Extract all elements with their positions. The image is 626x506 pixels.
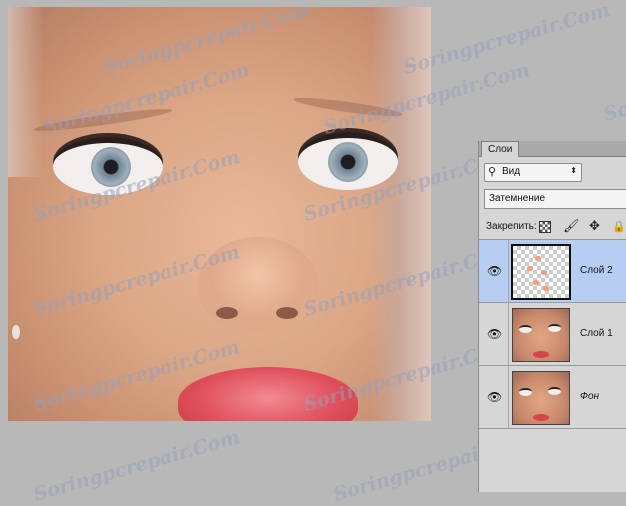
lock-label: Закрепить:	[486, 221, 537, 232]
brush-icon[interactable]: 🖌	[563, 218, 580, 234]
layers-panel: Слои ⚲ Вид ⬍ Затемнение Закрепить: 🖌 ✥ 🔒…	[478, 141, 626, 492]
search-icon: ⚲	[488, 166, 497, 178]
layer-name: Слой 1	[580, 328, 613, 339]
paint-dab	[527, 266, 533, 271]
blend-mode-label: Затемнение	[489, 193, 546, 204]
hair-left	[8, 7, 43, 177]
watermark: Soringpcrepair.Com	[601, 46, 626, 126]
visibility-toggle[interactable]: 👁	[479, 366, 509, 428]
right-iris	[328, 142, 368, 182]
visibility-toggle[interactable]: 👁	[479, 240, 509, 302]
paint-dab	[541, 270, 547, 275]
lock-icon[interactable]: 🔒	[612, 220, 626, 233]
layer-thumbnail	[511, 244, 571, 300]
panel-tabbar: Слои	[479, 141, 626, 157]
layer-row[interactable]: 👁 Слой 1	[479, 303, 626, 366]
thumb-eye	[548, 324, 561, 332]
visibility-toggle[interactable]: 👁	[479, 303, 509, 365]
thumb-lips	[533, 351, 549, 358]
layer-row[interactable]: 👁 Фон	[479, 366, 626, 429]
earring	[12, 325, 20, 339]
layer-name: Фон	[580, 391, 600, 402]
thumb-eye	[548, 387, 561, 395]
tab-layers[interactable]: Слои	[481, 141, 520, 157]
right-nostril	[276, 307, 298, 319]
blend-mode-select[interactable]: Затемнение	[484, 189, 626, 209]
thumb-eye	[519, 388, 532, 396]
layer-filter-select[interactable]: ⚲ Вид ⬍	[484, 163, 582, 182]
watermark: Soringpcrepair.Com	[31, 426, 243, 506]
left-nostril	[216, 307, 238, 319]
thumb-lips	[533, 414, 549, 421]
move-icon[interactable]: ✥	[589, 218, 600, 234]
updown-chevron-icon: ⬍	[570, 166, 577, 175]
layer-row[interactable]: 👁 Слой 2	[479, 240, 626, 303]
filter-label: Вид	[502, 166, 521, 177]
paint-dab	[535, 256, 541, 261]
paint-dab	[543, 286, 549, 291]
eye-icon: 👁	[487, 390, 503, 404]
layer-thumbnail	[512, 308, 570, 362]
paint-dab	[533, 280, 539, 285]
lock-row: Закрепить: 🖌 ✥ 🔒	[479, 213, 626, 240]
thumb-eye	[519, 325, 532, 333]
eye-icon: 👁	[487, 264, 503, 278]
layer-thumbnail	[512, 371, 570, 425]
eye-icon: 👁	[487, 327, 503, 341]
lock-transparency-icon[interactable]	[539, 221, 551, 233]
layer-name: Слой 2	[580, 265, 613, 276]
